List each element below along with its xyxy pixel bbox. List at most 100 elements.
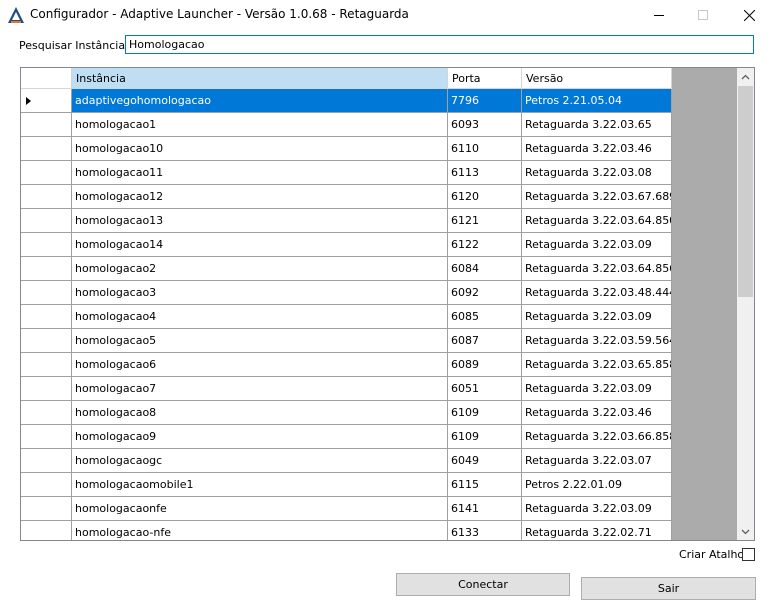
cell-versao[interactable]: Retaguarda 3.22.03.08 [522,161,672,185]
cell-versao[interactable]: Retaguarda 3.22.03.65.8580 [522,353,672,377]
cell-instancia[interactable]: homologacao7 [72,377,448,401]
cell-versao[interactable]: Retaguarda 3.22.03.67.6893 [522,185,672,209]
cell-versao[interactable]: Retaguarda 3.22.03.59.5643 [522,329,672,353]
table-row[interactable]: homologacao3 6092 Retaguarda 3.22.03.48.44… [21,281,672,305]
row-header[interactable] [21,497,72,521]
cell-porta[interactable]: 6089 [448,353,522,377]
cell-instancia[interactable]: homologacao-nfe [72,521,448,540]
row-header[interactable] [21,185,72,209]
table-row[interactable]: homologacao14 6122 Retaguarda 3.22.03.09 [21,233,672,257]
row-header[interactable] [21,353,72,377]
cell-versao[interactable]: Retaguarda 3.22.03.09 [522,305,672,329]
criar-atalho-checkbox[interactable] [742,548,755,561]
table-row[interactable]: homologacao-nfe 6133 Retaguarda 3.22.02.71 [21,521,672,540]
table-row[interactable]: homologacao11 6113 Retaguarda 3.22.03.08 [21,161,672,185]
table-row[interactable]: adaptivegohomologacao 7796 Petros 2.21.05.… [21,89,672,113]
row-header[interactable] [21,113,72,137]
column-header-instancia[interactable]: Instância [72,68,448,89]
cell-porta[interactable]: 6085 [448,305,522,329]
row-header[interactable] [21,137,72,161]
table-row[interactable]: homologacao12 6120 Retaguarda 3.22.03.67.6… [21,185,672,209]
scrollbar-thumb[interactable] [738,86,753,297]
cell-versao[interactable]: Retaguarda 3.22.03.07 [522,449,672,473]
cell-porta[interactable]: 6141 [448,497,522,521]
cell-porta[interactable]: 6133 [448,521,522,540]
table-row[interactable]: homologacao6 6089 Retaguarda 3.22.03.65.85… [21,353,672,377]
cell-porta[interactable]: 6113 [448,161,522,185]
row-header[interactable] [21,257,72,281]
row-header[interactable] [21,209,72,233]
cell-instancia[interactable]: homologacao13 [72,209,448,233]
row-header[interactable] [21,329,72,353]
row-header[interactable] [21,449,72,473]
row-header[interactable] [21,305,72,329]
table-row[interactable]: homologacao7 6051 Retaguarda 3.22.03.09 [21,377,672,401]
table-row[interactable]: homologacao13 6121 Retaguarda 3.22.03.64.8… [21,209,672,233]
row-header[interactable] [21,161,72,185]
cell-porta[interactable]: 7796 [448,89,522,113]
cell-versao[interactable]: Retaguarda 3.22.03.48.4447 [522,281,672,305]
cell-instancia[interactable]: adaptivegohomologacao [72,89,448,113]
table-row[interactable]: homologacao10 6110 Retaguarda 3.22.03.46 [21,137,672,161]
cell-versao[interactable]: Retaguarda 3.22.03.64.8504 [522,209,672,233]
cell-porta[interactable]: 6087 [448,329,522,353]
scroll-up-icon[interactable] [737,68,754,85]
cell-instancia[interactable]: homologacaomobile1 [72,473,448,497]
cell-versao[interactable]: Retaguarda 3.22.03.09 [522,233,672,257]
cell-instancia[interactable]: homologacao12 [72,185,448,209]
row-header[interactable] [21,281,72,305]
cell-instancia[interactable]: homologacao10 [72,137,448,161]
table-row[interactable]: homologacao4 6085 Retaguarda 3.22.03.09 [21,305,672,329]
cell-porta[interactable]: 6109 [448,425,522,449]
vertical-scrollbar[interactable] [737,68,754,540]
row-header[interactable] [21,425,72,449]
cell-versao[interactable]: Retaguarda 3.22.03.65 [522,113,672,137]
cell-instancia[interactable]: homologacaogc [72,449,448,473]
search-input[interactable] [125,35,754,54]
cell-porta[interactable]: 6115 [448,473,522,497]
cell-versao[interactable]: Retaguarda 3.22.03.46 [522,137,672,161]
table-row[interactable]: homologacaogc 6049 Retaguarda 3.22.03.07 [21,449,672,473]
table-row[interactable]: homologacaomobile1 6115 Petros 2.22.01.09 [21,473,672,497]
cell-instancia[interactable]: homologacao11 [72,161,448,185]
instances-grid[interactable]: Instância Porta Versão adaptivegohomolog… [20,67,755,541]
cell-porta[interactable]: 6122 [448,233,522,257]
cell-versao[interactable]: Retaguarda 3.22.03.09 [522,377,672,401]
row-header[interactable] [21,377,72,401]
cell-instancia[interactable]: homologacao9 [72,425,448,449]
cell-porta[interactable]: 6084 [448,257,522,281]
cell-porta[interactable]: 6092 [448,281,522,305]
maximize-button[interactable] [680,0,726,30]
table-row[interactable]: homologacao2 6084 Retaguarda 3.22.03.64.85… [21,257,672,281]
cell-instancia[interactable]: homologacao3 [72,281,448,305]
row-header[interactable] [21,473,72,497]
row-header[interactable] [21,233,72,257]
close-button[interactable] [726,0,772,30]
cell-porta[interactable]: 6121 [448,209,522,233]
table-row[interactable]: homologacao8 6109 Retaguarda 3.22.03.46 [21,401,672,425]
row-header[interactable] [21,521,72,540]
cell-instancia[interactable]: homologacao1 [72,113,448,137]
table-row[interactable]: homologacao9 6109 Retaguarda 3.22.03.66.85… [21,425,672,449]
cell-porta[interactable]: 6110 [448,137,522,161]
column-header-porta[interactable]: Porta [448,68,522,89]
cell-instancia[interactable]: homologacao4 [72,305,448,329]
cell-porta[interactable]: 6049 [448,449,522,473]
cell-versao[interactable]: Retaguarda 3.22.02.71 [522,521,672,540]
cell-instancia[interactable]: homologacao2 [72,257,448,281]
cell-instancia[interactable]: homologacao14 [72,233,448,257]
table-row[interactable]: homologacaonfe 6141 Retaguarda 3.22.03.09 [21,497,672,521]
table-row[interactable]: homologacao5 6087 Retaguarda 3.22.03.59.56… [21,329,672,353]
cell-versao[interactable]: Petros 2.22.01.09 [522,473,672,497]
cell-instancia[interactable]: homologacaonfe [72,497,448,521]
minimize-button[interactable] [636,0,682,30]
column-header-versao[interactable]: Versão [522,68,672,89]
row-header[interactable] [21,89,72,113]
cell-porta[interactable]: 6120 [448,185,522,209]
row-header[interactable] [21,401,72,425]
cell-instancia[interactable]: homologacao5 [72,329,448,353]
cell-instancia[interactable]: homologacao6 [72,353,448,377]
cell-porta[interactable]: 6109 [448,401,522,425]
cell-porta[interactable]: 6093 [448,113,522,137]
cell-versao[interactable]: Retaguarda 3.22.03.09 [522,497,672,521]
